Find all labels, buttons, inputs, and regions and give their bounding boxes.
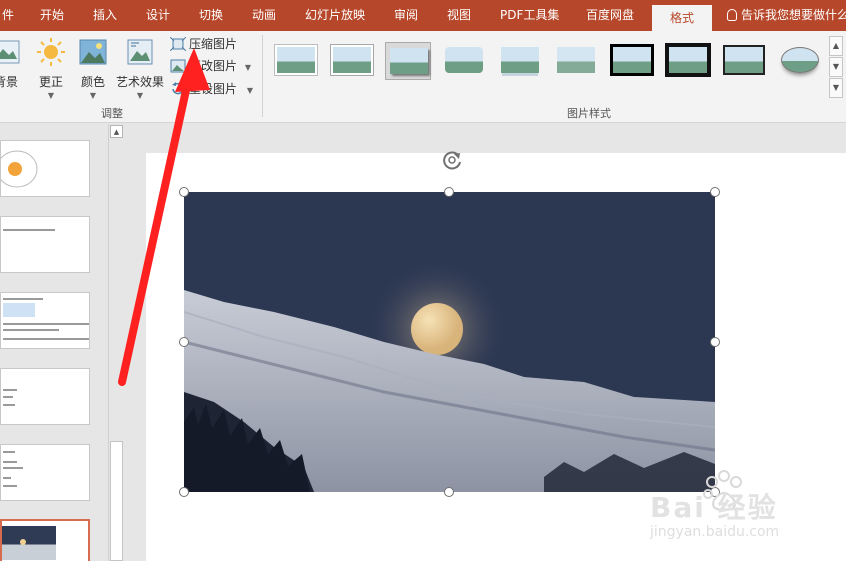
change-picture-label: 更改图片 <box>189 59 238 73</box>
change-picture-icon <box>170 59 186 73</box>
reset-picture-label: 重设图片 <box>189 82 238 96</box>
baidu-jingyan-watermark: Bai 经验 jingyan.baidu.com <box>650 468 840 548</box>
thumbnail-scrollbar[interactable]: ▲ <box>108 124 124 561</box>
resize-handle-right[interactable] <box>710 337 720 347</box>
chevron-down-icon: ▼ <box>89 91 97 100</box>
resize-handle-top-left[interactable] <box>179 187 189 197</box>
tell-me-text: 告诉我您想要做什么 <box>741 8 846 22</box>
artistic-effects-button[interactable]: 艺术效果 ▼ <box>116 37 164 100</box>
text-line <box>3 477 11 479</box>
tab-slideshow[interactable]: 幻灯片放映 <box>305 0 365 31</box>
resize-handle-bottom-left[interactable] <box>179 487 189 497</box>
slide-thumbnail[interactable] <box>0 216 90 273</box>
chevron-down-icon: ▼ <box>136 91 144 100</box>
gallery-more[interactable]: ▼ <box>829 78 843 98</box>
tab-animations[interactable]: 动画 <box>252 0 276 31</box>
slide-thumbnail[interactable] <box>0 368 90 425</box>
tab-transitions[interactable]: 切换 <box>199 0 223 31</box>
text-line <box>3 338 89 340</box>
selected-picture[interactable] <box>184 192 715 492</box>
moon-photo-thumbnail <box>2 526 56 560</box>
picture-style-oval[interactable] <box>777 42 823 80</box>
gallery-scroll-up[interactable]: ▲ <box>829 36 843 56</box>
tab-file[interactable]: 件 <box>2 0 14 31</box>
text-line <box>3 323 89 325</box>
sun-icon <box>37 38 65 66</box>
egg-image-icon <box>0 150 38 188</box>
scroll-up-arrow[interactable]: ▲ <box>110 125 123 138</box>
picture-style-simple-frame[interactable] <box>273 42 319 80</box>
text-line <box>3 485 17 487</box>
text-line <box>3 451 15 453</box>
slide-thumbnail[interactable] <box>0 140 90 197</box>
tab-design[interactable]: 设计 <box>146 0 170 31</box>
tab-insert[interactable]: 插入 <box>93 0 117 31</box>
picture-style-thin-black[interactable] <box>721 42 767 80</box>
text-line <box>3 329 59 331</box>
tab-baidu-netdisk[interactable]: 百度网盘 <box>586 0 634 31</box>
watermark-url: jingyan.baidu.com <box>650 524 780 540</box>
lightbulb-icon <box>727 9 737 21</box>
artistic-effects-icon <box>127 39 153 65</box>
picture-styles-group-label: 图片样式 <box>567 107 611 120</box>
text-line <box>3 467 23 469</box>
compress-pictures-label: 压缩图片 <box>189 37 238 51</box>
tab-pdf-tools[interactable]: PDF工具集 <box>500 0 559 31</box>
remove-background-label: 背景 <box>0 75 18 89</box>
remove-background-button[interactable]: 背景 <box>0 37 30 90</box>
resize-handle-bottom[interactable] <box>444 487 454 497</box>
compress-icon <box>170 37 186 51</box>
adjust-group-label: 调整 <box>101 107 123 120</box>
moon-mountain-photo <box>184 192 715 492</box>
reset-picture-button[interactable]: 重设图片 ▼ <box>170 79 253 99</box>
ribbon-panel: 背景 更正 ▼ 颜色 ▼ 艺术效果 <box>0 31 846 123</box>
picture-style-shadow-selected[interactable] <box>385 42 431 80</box>
color-button[interactable]: 颜色 ▼ <box>69 37 117 100</box>
compress-pictures-button[interactable]: 压缩图片 <box>170 34 237 54</box>
watermark-brand: Bai 经验 <box>650 491 778 524</box>
remove-background-icon <box>0 40 20 64</box>
artistic-effects-label: 艺术效果 <box>116 75 165 89</box>
change-picture-button[interactable]: 更改图片 ▼ <box>170 56 251 76</box>
picture-style-soft-edge[interactable] <box>553 42 599 80</box>
group-separator <box>262 35 263 117</box>
resize-handle-left[interactable] <box>179 337 189 347</box>
chevron-down-icon: ▼ <box>244 63 251 72</box>
text-line <box>3 298 43 300</box>
tab-review[interactable]: 审阅 <box>394 0 418 31</box>
text-line <box>3 229 55 231</box>
reset-picture-icon <box>172 82 184 95</box>
text-line <box>3 404 15 406</box>
corrections-button[interactable]: 更正 ▼ <box>27 37 75 100</box>
gallery-scroll-down[interactable]: ▼ <box>829 57 843 77</box>
tab-format[interactable]: 格式 <box>652 5 712 31</box>
text-line <box>3 461 17 463</box>
scrollbar-thumb[interactable] <box>110 441 123 561</box>
chevron-down-icon: ▼ <box>246 86 253 95</box>
color-label: 颜色 <box>80 75 105 89</box>
slide-thumbnail[interactable] <box>0 292 90 349</box>
text-line <box>3 389 17 391</box>
rotate-handle-icon[interactable] <box>440 148 464 172</box>
text-line <box>3 396 13 398</box>
resize-handle-top[interactable] <box>444 187 454 197</box>
tab-view[interactable]: 视图 <box>447 0 471 31</box>
picture-style-rounded[interactable] <box>441 42 487 80</box>
picture-color-icon <box>79 39 107 65</box>
slide-thumbnail[interactable] <box>0 444 90 501</box>
ribbon-tab-bar: 件 开始 插入 设计 切换 动画 幻灯片放映 审阅 视图 PDF工具集 百度网盘… <box>0 0 846 31</box>
slide-thumbnail-active[interactable] <box>0 519 90 561</box>
picture-style-black-frame[interactable] <box>609 42 655 80</box>
tab-home[interactable]: 开始 <box>40 0 64 31</box>
picture-style-reflected[interactable] <box>497 42 543 80</box>
chevron-down-icon: ▼ <box>47 91 55 100</box>
corrections-label: 更正 <box>38 75 63 89</box>
picture-style-thick-black[interactable] <box>665 42 711 80</box>
resize-handle-top-right[interactable] <box>710 187 720 197</box>
highlight-block <box>3 303 35 317</box>
picture-style-beveled[interactable] <box>329 42 375 80</box>
tell-me-search[interactable]: 告诉我您想要做什么 <box>727 0 846 31</box>
